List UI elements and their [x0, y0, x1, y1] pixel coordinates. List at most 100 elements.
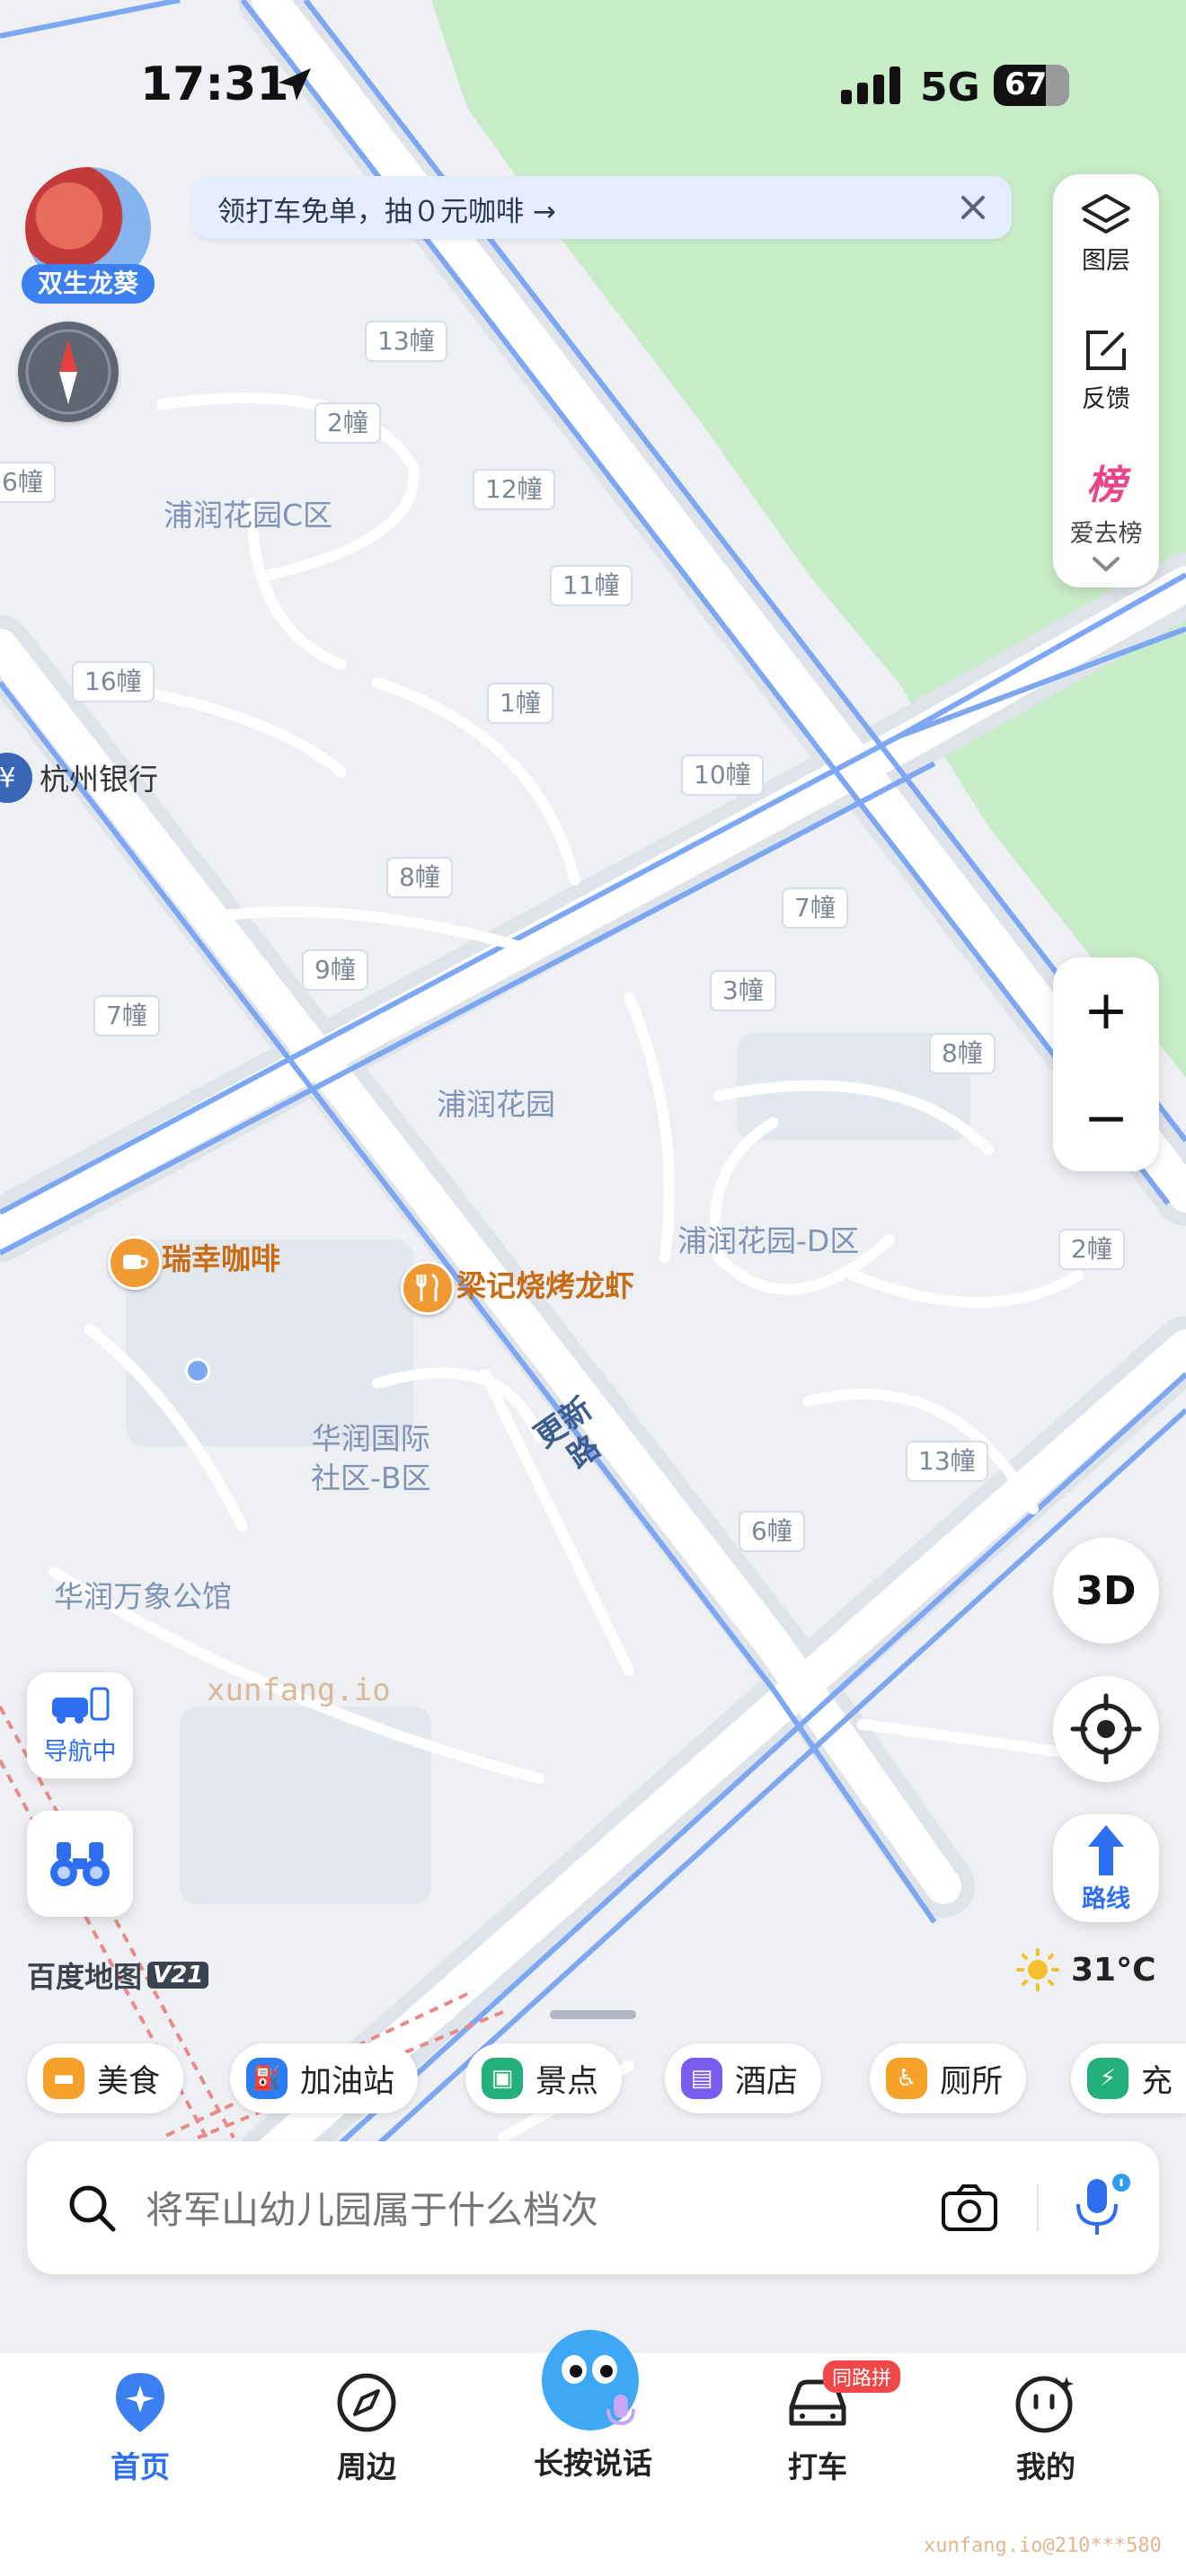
- tab-label: 打车: [788, 2449, 847, 2484]
- building-label: 10幢: [681, 754, 764, 796]
- search-bar[interactable]: [27, 2141, 1159, 2274]
- avatar-badge: 双生龙葵: [22, 264, 155, 304]
- building-label: 2幢: [1058, 1229, 1125, 1270]
- signal-icon: [841, 66, 900, 104]
- voice-mascot-icon: [542, 2330, 639, 2430]
- map-logo: 百度地图 V21: [27, 1954, 209, 1996]
- zoom-out-button[interactable]: −: [1053, 1065, 1159, 1171]
- building-label: 13幢: [365, 321, 447, 362]
- network-type: 5G: [920, 65, 980, 110]
- feedback-label: 反馈: [1082, 385, 1130, 413]
- category-gas-station[interactable]: ⛽ 加油站: [230, 2043, 419, 2113]
- status-bar: 17:31 5G 67: [0, 0, 1186, 162]
- category-food[interactable]: ▬ 美食: [27, 2043, 184, 2113]
- camera-icon[interactable]: [940, 2183, 999, 2233]
- layers-label: 图层: [1082, 247, 1130, 275]
- avatar[interactable]: 双生龙葵: [20, 167, 155, 304]
- toilet-icon: ♿: [886, 2058, 927, 2099]
- layers-button[interactable]: 图层: [1053, 192, 1159, 276]
- building-label: 16幢: [72, 661, 155, 702]
- home-pin-icon: [116, 2373, 164, 2432]
- logo-version: V21: [147, 1962, 209, 1989]
- sheet-drag-handle[interactable]: [550, 2010, 636, 2019]
- navigating-label: 导航中: [43, 1738, 117, 1766]
- status-time: 17:31: [140, 57, 289, 111]
- building-label: 1幢: [487, 683, 553, 724]
- bank-label[interactable]: 杭州银行: [40, 760, 158, 799]
- hotel-icon: ▤: [681, 2058, 722, 2099]
- zoom-in-button[interactable]: +: [1053, 957, 1159, 1063]
- category-hotel[interactable]: ▤ 酒店: [665, 2043, 822, 2113]
- binoculars-button[interactable]: [27, 1811, 133, 1917]
- rank-icon: 榜: [1086, 463, 1126, 508]
- tab-voice[interactable]: 长按说话: [503, 2323, 683, 2484]
- building-label: 13幢: [906, 1441, 988, 1482]
- search-icon: [69, 2185, 116, 2232]
- area-label: 浦润花园-D区: [677, 1223, 860, 1258]
- category-label: 美食: [97, 2063, 161, 2100]
- zoom-control: + −: [1053, 957, 1159, 1171]
- feedback-icon: [1086, 331, 1126, 370]
- close-icon[interactable]: [958, 192, 988, 223]
- tab-nearby[interactable]: 周边: [277, 2371, 456, 2488]
- promo-banner-text[interactable]: 领打车免单，抽０元咖啡 →: [217, 189, 556, 229]
- building-label: 8幢: [929, 1033, 996, 1074]
- tab-label: 长按说话: [534, 2446, 652, 2481]
- compass-nearby-icon: [337, 2373, 396, 2432]
- right-tools-panel: 图层 反馈 榜 爱去榜: [1053, 174, 1159, 587]
- route-label: 路线: [1082, 1885, 1130, 1913]
- sun-icon: [1016, 1948, 1059, 1991]
- car-phone-icon: [52, 1687, 110, 1724]
- tab-taxi[interactable]: 打车 同路拼: [728, 2360, 907, 2488]
- building-label: 12幢: [473, 469, 555, 510]
- feedback-button[interactable]: 反馈: [1053, 325, 1159, 414]
- promo-banner[interactable]: 领打车免单，抽０元咖啡 →: [192, 176, 1012, 239]
- restaurant-poi-icon[interactable]: [401, 1261, 455, 1315]
- coffee-poi-icon[interactable]: [108, 1236, 162, 1290]
- search-divider: [1037, 2184, 1039, 2231]
- category-attractions[interactable]: ▣ 景点: [465, 2043, 623, 2113]
- navigating-button[interactable]: 导航中: [27, 1672, 133, 1778]
- locate-icon: [1070, 1693, 1142, 1765]
- scenic-spot-icon: ▣: [482, 2058, 523, 2099]
- weather-widget[interactable]: 31°C: [1015, 1947, 1156, 1992]
- compass-button[interactable]: [18, 322, 119, 422]
- watermark-text: xunfang.io: [207, 1672, 391, 1708]
- battery-level: 67: [1005, 66, 1048, 102]
- view-3d-button[interactable]: 3D: [1053, 1538, 1159, 1644]
- tab-me[interactable]: 我的: [956, 2371, 1136, 2488]
- building-label: 6幢: [0, 462, 56, 503]
- category-label: 酒店: [735, 2063, 799, 2100]
- tab-label: 首页: [111, 2449, 170, 2484]
- rank-label: 爱去榜: [1069, 520, 1143, 548]
- area-label: 浦润花园: [437, 1087, 555, 1122]
- category-toilet[interactable]: ♿ 厕所: [870, 2043, 1027, 2113]
- rank-button[interactable]: 榜 爱去榜: [1053, 453, 1159, 549]
- logo-text: 百度地图: [27, 1960, 143, 1994]
- locate-button[interactable]: [1053, 1676, 1159, 1782]
- building-label: 7幢: [782, 887, 848, 929]
- tab-home[interactable]: 首页: [50, 2371, 230, 2488]
- location-dot: [185, 1358, 210, 1383]
- chevron-down-icon[interactable]: [1091, 555, 1121, 575]
- location-arrow-icon: [279, 68, 311, 101]
- tab-label: 我的: [1016, 2449, 1075, 2484]
- search-input[interactable]: [144, 2177, 929, 2242]
- route-button[interactable]: 路线: [1053, 1814, 1159, 1922]
- building-label: 8幢: [386, 857, 453, 898]
- building-label: 7幢: [93, 995, 160, 1037]
- category-charging[interactable]: ⚡ 充: [1071, 2043, 1186, 2113]
- poi-label-coffee[interactable]: 瑞幸咖啡: [162, 1239, 280, 1279]
- area-label: 华润万象公馆: [54, 1579, 232, 1614]
- area-label: 华润国际 社区-B区: [311, 1421, 431, 1495]
- building-label: 6幢: [739, 1511, 805, 1552]
- category-label: 景点: [535, 2063, 599, 2100]
- microphone-icon[interactable]: [1069, 2174, 1132, 2240]
- route-arrow-icon: [1088, 1825, 1124, 1875]
- gas-station-icon: ⛽: [246, 2058, 288, 2099]
- poi-label-restaurant[interactable]: 梁记烧烤龙虾: [456, 1266, 634, 1306]
- profile-face-icon: [1015, 2376, 1074, 2433]
- compass-icon: [25, 329, 111, 415]
- category-label: 厕所: [940, 2063, 1004, 2100]
- battery-icon: 67: [994, 65, 1069, 106]
